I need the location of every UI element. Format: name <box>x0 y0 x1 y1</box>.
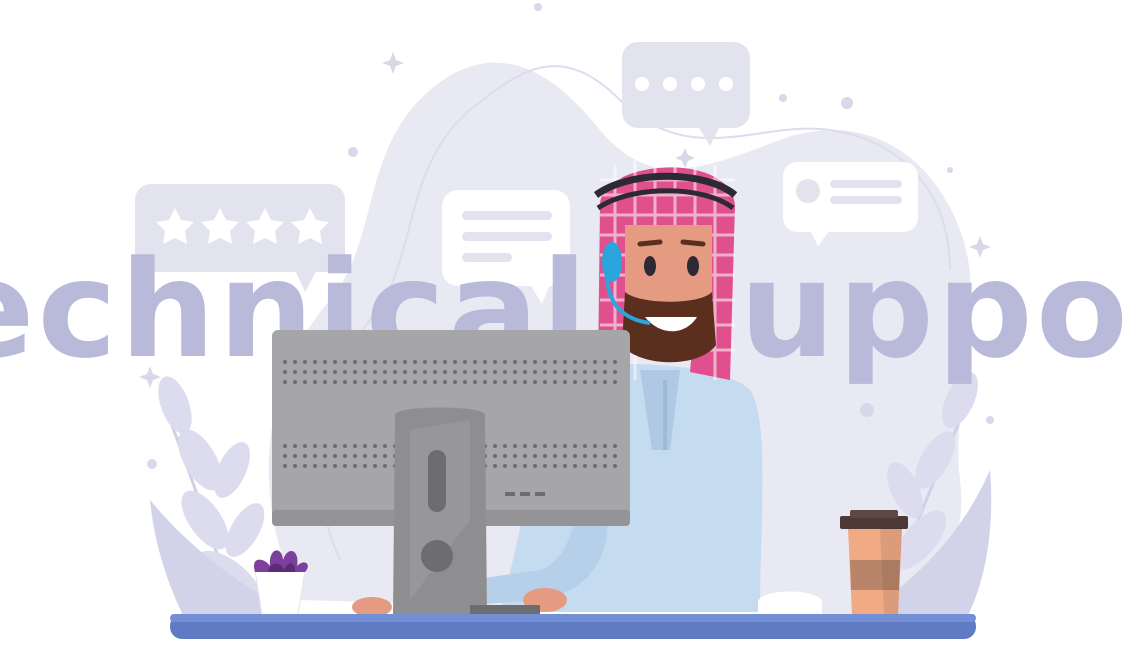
typing-dots-bubble-icon <box>622 42 750 146</box>
agent-eye-right <box>687 256 699 276</box>
computer-mouse <box>758 591 822 615</box>
illustration-canvas: Technical Support <box>0 3 1134 639</box>
stand-knob <box>421 540 453 572</box>
headset-earpiece <box>602 242 622 282</box>
stand-cable-slot <box>428 450 446 512</box>
technical-support-illustration: Technical Support <box>0 0 1134 650</box>
agent-eye-left <box>644 256 656 276</box>
